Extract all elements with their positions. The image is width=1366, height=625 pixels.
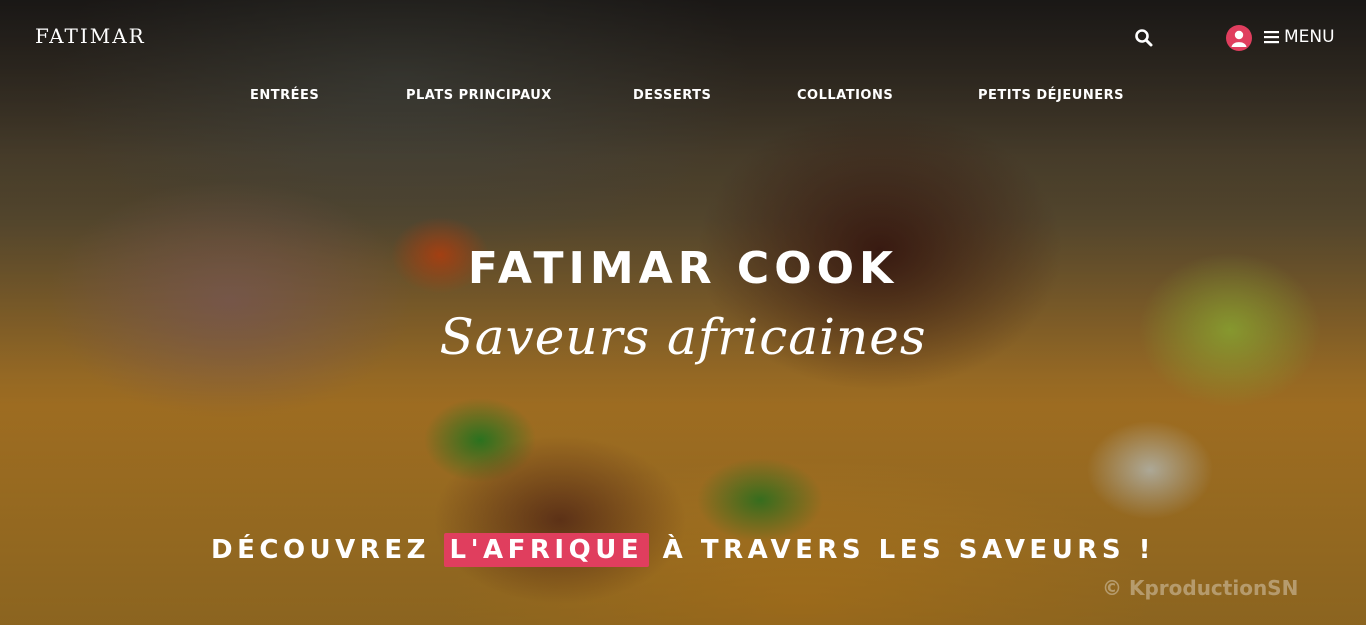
nav-item-entrees[interactable]: ENTRÉES — [250, 88, 319, 103]
hero-section: FATIMAR MENU ENTRÉES PLATS PRINCIPAUX DE… — [0, 0, 1366, 625]
nav-item-plats-principaux[interactable]: PLATS PRINCIPAUX — [406, 88, 552, 103]
search-icon — [1135, 29, 1153, 47]
nav-item-petits-dejeuners[interactable]: PETITS DÉJEUNERS — [978, 88, 1124, 103]
hamburger-icon — [1264, 31, 1279, 44]
tagline-after: À TRAVERS LES SAVEURS ! — [662, 535, 1155, 565]
tagline-highlight: L'AFRIQUE — [443, 533, 650, 567]
category-nav: ENTRÉES PLATS PRINCIPAUX DESSERTS COLLAT… — [0, 88, 1366, 108]
menu-label: MENU — [1284, 27, 1335, 47]
hero-subtitle: Saveurs africaines — [439, 308, 927, 366]
hero-tagline: DÉCOUVREZ L'AFRIQUE À TRAVERS LES SAVEUR… — [0, 533, 1366, 567]
search-button[interactable] — [1134, 28, 1154, 48]
brand-logo[interactable]: FATIMAR — [35, 24, 146, 48]
hero-title: FATIMAR COOK — [467, 243, 899, 294]
nav-item-desserts[interactable]: DESSERTS — [633, 88, 711, 103]
user-icon — [1231, 30, 1247, 47]
tagline-before: DÉCOUVREZ — [211, 535, 430, 565]
nav-item-collations[interactable]: COLLATIONS — [797, 88, 893, 103]
user-account-button[interactable] — [1226, 25, 1252, 51]
menu-button[interactable]: MENU — [1264, 27, 1335, 47]
photo-watermark: © KproductionSN — [1102, 576, 1299, 600]
